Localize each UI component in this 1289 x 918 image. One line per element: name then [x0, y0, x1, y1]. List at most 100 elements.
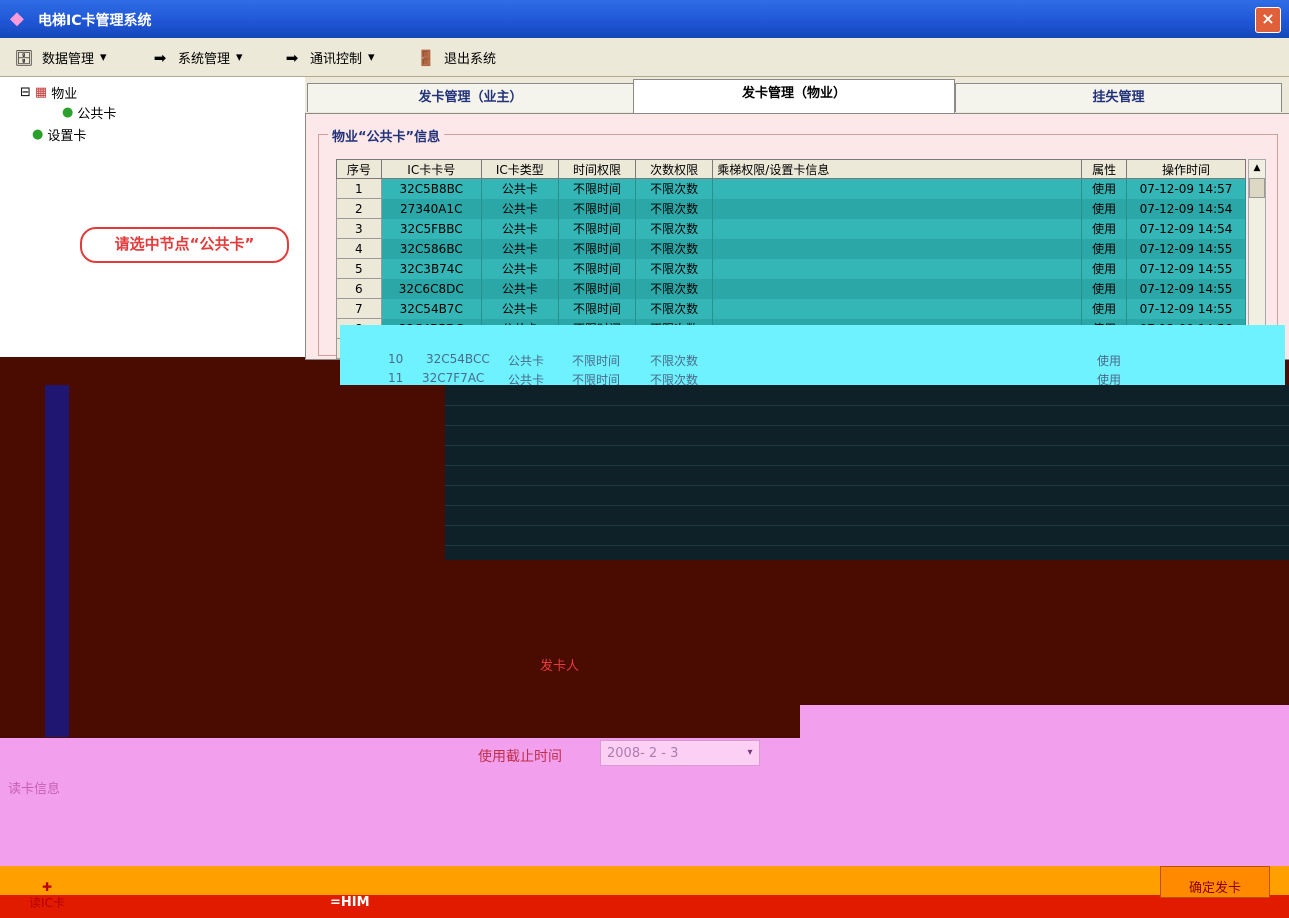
column-header[interactable]: 时间权限	[557, 159, 637, 179]
read-card-label: 读IC卡	[29, 896, 65, 910]
column-header[interactable]: IC卡卡号	[380, 159, 482, 179]
table-header-row: 序号 IC卡卡号 IC卡类型 时间权限 次数权限 乘梯权限/设置卡信息 属性 操…	[336, 159, 1246, 179]
tree-node-public-card[interactable]: ● 公共卡	[62, 103, 116, 122]
row-number: 3	[336, 218, 382, 239]
cell-optime: 07-12-09 14:55	[1126, 258, 1246, 279]
scroll-up-icon[interactable]: ▲	[1249, 160, 1265, 176]
table-scrollbar[interactable]: ▲	[1248, 159, 1266, 351]
menu-system-management[interactable]: ➡ 系统管理 ▾	[148, 48, 243, 68]
left-stripe	[45, 385, 69, 737]
cell-count: 不限次数	[635, 218, 714, 239]
cell-optime: 07-12-09 14:55	[1126, 238, 1246, 259]
card-icon: ●	[32, 127, 44, 142]
cell-optime: 07-12-09 14:55	[1126, 278, 1246, 299]
card-icon: ●	[62, 105, 74, 120]
cell-optime: 07-12-09 14:57	[1126, 178, 1246, 199]
cell-count: 不限次数	[635, 198, 714, 219]
overflow-row-seq: 10	[388, 352, 404, 366]
menu-exit-system-label: 退出系统	[444, 52, 497, 67]
column-header[interactable]: IC卡类型	[480, 159, 559, 179]
cell-type: 公共卡	[481, 258, 559, 279]
overflow-row-card: 32C54BCC	[426, 352, 490, 366]
tab-property-card[interactable]: 发卡管理（物业）	[633, 79, 955, 114]
table-row[interactable]: 1 32C5B8BC 公共卡 不限时间 不限次数 使用 07-12-09 14:57	[336, 178, 1246, 199]
grid-line	[445, 465, 1289, 466]
tree-node-setting-card-label: 设置卡	[47, 129, 87, 144]
cell-card: 32C54B7C	[381, 298, 482, 319]
door-exit-icon: 🚪	[416, 48, 436, 67]
tab-owner-card[interactable]: 发卡管理（业主）	[307, 83, 634, 112]
column-header[interactable]: 属性	[1081, 159, 1127, 179]
overflow-row-card: 32C7F7AC	[422, 371, 485, 385]
cell-attr: 使用	[1081, 198, 1127, 219]
chevron-down-icon[interactable]: ▾	[742, 741, 758, 765]
chevron-down-icon: ▾	[236, 50, 243, 65]
cell-time: 不限时间	[558, 178, 637, 199]
cell-optime: 07-12-09 14:54	[1126, 218, 1246, 239]
tree-node-setting-card[interactable]: ● 设置卡	[32, 125, 86, 144]
tab-loss-report[interactable]: 挂失管理	[955, 83, 1282, 112]
cell-card: 32C5FBBC	[381, 218, 482, 239]
cell-time: 不限时间	[558, 258, 637, 279]
row-number: 6	[336, 278, 382, 299]
cell-card: 32C586BC	[381, 238, 482, 259]
cell-attr: 使用	[1081, 218, 1127, 239]
grid-line	[445, 545, 1289, 546]
cell-count: 不限次数	[635, 238, 714, 259]
cell-type: 公共卡	[481, 278, 559, 299]
scroll-thumb[interactable]	[1249, 178, 1265, 198]
menu-communication-control[interactable]: ➡ 通讯控制 ▾	[280, 48, 375, 68]
hint-callout: 请选中节点“公共卡”	[80, 227, 289, 263]
table-row[interactable]: 7 32C54B7C 公共卡 不限时间 不限次数 使用 07-12-09 14:55	[336, 298, 1246, 319]
collapse-icon[interactable]: ⊟	[20, 85, 31, 100]
building-icon: ▦	[34, 85, 48, 100]
status-text: =HIM	[330, 895, 370, 910]
tree-node-property[interactable]: ⊟ ▦ 物业	[20, 83, 77, 102]
chevron-down-icon: ▾	[100, 50, 107, 65]
table-row[interactable]: 6 32C6C8DC 公共卡 不限时间 不限次数 使用 07-12-09 14:55	[336, 278, 1246, 299]
menu-data-management[interactable]: 🗄 数据管理 ▾	[12, 48, 107, 68]
grid-line	[445, 485, 1289, 486]
issuer-label: 发卡人	[540, 659, 580, 674]
tree-panel: ⊟ ▦ 物业 ● 公共卡 ● 设置卡 请选中节点“公共卡”	[0, 77, 306, 357]
cell-time: 不限时间	[558, 198, 637, 219]
arrow-right-icon: ➡	[153, 48, 167, 67]
column-header[interactable]: 乘梯权限/设置卡信息	[712, 159, 1083, 179]
column-header[interactable]: 序号	[336, 159, 382, 179]
cell-type: 公共卡	[481, 298, 559, 319]
table-row[interactable]: 5 32C3B74C 公共卡 不限时间 不限次数 使用 07-12-09 14:55	[336, 258, 1246, 279]
cell-type: 公共卡	[481, 238, 559, 259]
column-header[interactable]: 次数权限	[635, 159, 714, 179]
cell-perm	[712, 238, 1083, 259]
confirm-issue-button[interactable]: 确定发卡	[1160, 866, 1270, 898]
title-bar: ◆ 电梯IC卡管理系统 ×	[0, 0, 1289, 38]
column-header[interactable]: 操作时间	[1126, 159, 1246, 179]
menu-exit-system[interactable]: 🚪 退出系统	[414, 48, 497, 68]
cell-count: 不限次数	[635, 178, 714, 199]
group-title: 物业“公共卡”信息	[328, 126, 445, 145]
expiry-date-picker[interactable]: 2008- 2 - 3	[600, 740, 760, 766]
table-row[interactable]: 2 27340A1C 公共卡 不限时间 不限次数 使用 07-12-09 14:54	[336, 198, 1246, 219]
table-row[interactable]: 3 32C5FBBC 公共卡 不限时间 不限次数 使用 07-12-09 14:54	[336, 218, 1246, 239]
grid-line	[445, 425, 1289, 426]
overflow-row-attr: 使用	[1097, 354, 1122, 368]
tree-node-public-card-label: 公共卡	[77, 107, 117, 122]
table-row[interactable]: 4 32C586BC 公共卡 不限时间 不限次数 使用 07-12-09 14:55	[336, 238, 1246, 259]
row-number: 2	[336, 198, 382, 219]
menu-data-management-label: 数据管理	[42, 52, 95, 67]
overflow-row-count: 不限次数	[650, 354, 699, 368]
read-card-button[interactable]: ✚ 读IC卡	[12, 880, 82, 916]
tree-node-property-label: 物业	[51, 87, 78, 102]
menu-bar: 🗄 数据管理 ▾ ➡ 系统管理 ▾ ➡ 通讯控制 ▾ 🚪 退出系统	[0, 38, 1289, 77]
cell-time: 不限时间	[558, 238, 637, 259]
status-strip	[0, 895, 1289, 918]
overflow-rows: 10 32C54BCC 公共卡 不限时间 不限次数 使用 11 32C7F7AC…	[340, 325, 1285, 387]
close-button[interactable]: ×	[1255, 7, 1281, 33]
cell-time: 不限时间	[558, 218, 637, 239]
grid-line	[445, 505, 1289, 506]
cell-perm	[712, 258, 1083, 279]
cell-time: 不限时间	[558, 298, 637, 319]
arrow-right-icon: ➡	[285, 48, 299, 67]
cell-count: 不限次数	[635, 278, 714, 299]
grid-line	[445, 445, 1289, 446]
